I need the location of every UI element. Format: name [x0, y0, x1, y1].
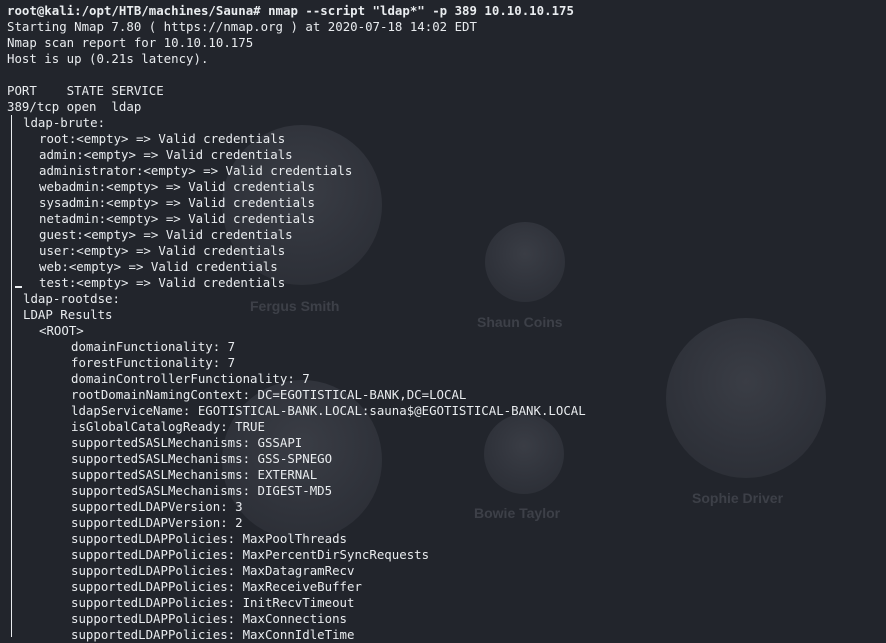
rootdse-entry: supportedSASLMechanisms: GSS-SPNEGO: [71, 451, 333, 466]
brute-result-line: administrator:<empty> => Valid credentia…: [39, 163, 353, 178]
rootdse-entry: supportedLDAPVersion: 3: [71, 499, 243, 514]
host-up-line: Host is up (0.21s latency).: [7, 51, 209, 66]
rootdse-entry: rootDomainNamingContext: DC=EGOTISTICAL-…: [71, 387, 467, 402]
port-header: PORT STATE SERVICE: [7, 83, 164, 98]
rootdse-entry: supportedSASLMechanisms: EXTERNAL: [71, 467, 318, 482]
brute-result-line: webadmin:<empty> => Valid credentials: [39, 179, 316, 194]
rootdse-entry: ldapServiceName: EGOTISTICAL-BANK.LOCAL:…: [71, 403, 586, 418]
brute-result-line: user:<empty> => Valid credentials: [39, 243, 286, 258]
root-tag: <ROOT>: [39, 323, 84, 338]
rootdse-entry: supportedLDAPPolicies: MaxConnections: [71, 611, 348, 626]
ldap-brute-title: ldap-brute:: [23, 115, 106, 130]
rootdse-entry: domainFunctionality: 7: [71, 339, 236, 354]
command-line: root@kali:/opt/HTB/machines/Sauna# nmap …: [7, 3, 574, 18]
terminal-output[interactable]: root@kali:/opt/HTB/machines/Sauna# nmap …: [7, 3, 882, 643]
rootdse-entry: supportedSASLMechanisms: DIGEST-MD5: [71, 483, 333, 498]
rootdse-entry: supportedLDAPPolicies: InitRecvTimeout: [71, 595, 355, 610]
rootdse-entry: supportedSASLMechanisms: GSSAPI: [71, 435, 303, 450]
brute-result-line: test:<empty> => Valid credentials: [39, 275, 286, 290]
rootdse-entry: supportedLDAPPolicies: MaxPercentDirSync…: [71, 547, 430, 562]
nmap-start-line: Starting Nmap 7.80 ( https://nmap.org ) …: [7, 19, 477, 34]
rootdse-entry: isGlobalCatalogReady: TRUE: [71, 419, 265, 434]
brute-result-line: netadmin:<empty> => Valid credentials: [39, 211, 316, 226]
rootdse-entry: forestFunctionality: 7: [71, 355, 236, 370]
ldap-results-label: LDAP Results: [23, 307, 113, 322]
rootdse-entry: supportedLDAPPolicies: MaxReceiveBuffer: [71, 579, 362, 594]
brute-result-line: web:<empty> => Valid credentials: [39, 259, 278, 274]
port-row: 389/tcp open ldap: [7, 99, 142, 114]
rootdse-entry: supportedLDAPVersion: 2: [71, 515, 243, 530]
scan-report-line: Nmap scan report for 10.10.10.175: [7, 35, 254, 50]
brute-result-line: admin:<empty> => Valid credentials: [39, 147, 293, 162]
rootdse-entry: domainControllerFunctionality: 7: [71, 371, 310, 386]
ldap-rootdse-title: ldap-rootdse:: [23, 291, 120, 306]
rootdse-entry: supportedLDAPPolicies: MaxDatagramRecv: [71, 563, 355, 578]
rootdse-entry: supportedLDAPPolicies: MaxPoolThreads: [71, 531, 348, 546]
brute-result-line: root:<empty> => Valid credentials: [39, 131, 286, 146]
rootdse-entry: supportedLDAPPolicies: MaxConnIdleTime: [71, 627, 355, 642]
brute-result-line: sysadmin:<empty> => Valid credentials: [39, 195, 316, 210]
brute-result-line: guest:<empty> => Valid credentials: [39, 227, 293, 242]
